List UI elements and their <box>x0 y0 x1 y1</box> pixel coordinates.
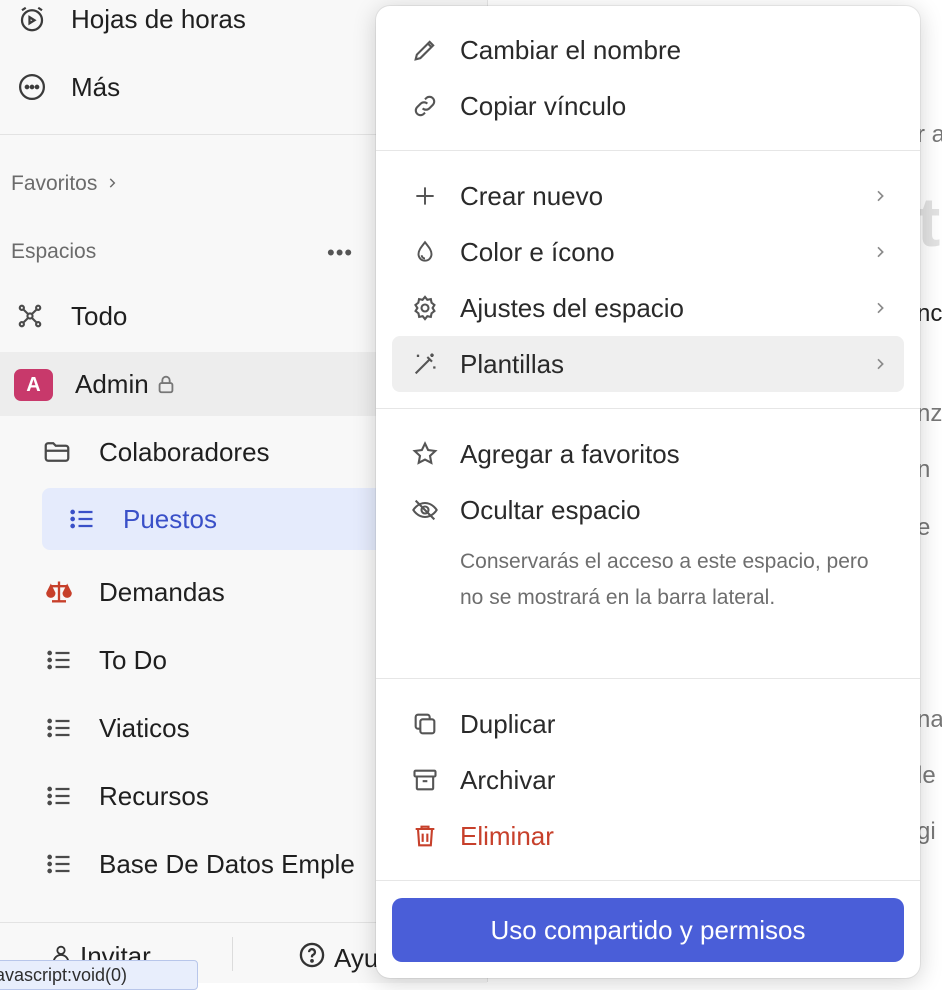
space-all-label: Todo <box>71 300 128 331</box>
chevron-right-icon <box>872 298 888 318</box>
lock-icon <box>155 373 177 395</box>
list-item-label: Demandas <box>99 576 225 607</box>
spaces-more-icon[interactable]: ••• <box>327 240 353 266</box>
menu-divider <box>376 880 920 881</box>
spaces-header: Espacios <box>11 240 96 264</box>
menu-item-label: Duplicar <box>460 708 556 739</box>
pencil-icon <box>408 33 442 67</box>
hub-icon <box>15 301 45 331</box>
menu-item-delete[interactable]: Eliminar <box>392 808 904 864</box>
share-permissions-button[interactable]: Uso compartido y permisos <box>392 898 904 962</box>
chevron-right-icon <box>105 172 119 196</box>
menu-item-label: Cambiar el nombre <box>460 34 682 65</box>
gear-icon <box>408 291 442 325</box>
menu-item-label: Ajustes del espacio <box>460 292 685 323</box>
list-icon <box>67 504 97 534</box>
menu-item-create-new[interactable]: Crear nuevo <box>392 168 904 224</box>
plus-icon <box>408 179 442 213</box>
nav-item-label: Hojas de horas <box>71 3 246 34</box>
eye-off-icon <box>408 493 442 527</box>
menu-item-color-icon[interactable]: Color e ícono <box>392 224 904 280</box>
favorites-header[interactable]: Favoritos <box>11 172 119 196</box>
help-icon <box>298 941 326 976</box>
droplet-icon <box>408 235 442 269</box>
menu-item-label: Plantillas <box>460 348 565 379</box>
bg-text-fragment: t <box>917 183 941 261</box>
space-admin-label: Admin <box>75 368 149 399</box>
menu-divider <box>376 408 920 409</box>
scales-icon <box>44 577 74 607</box>
space-context-menu: Cambiar el nombre Copiar vínculo Crear n… <box>376 6 920 978</box>
magic-wand-icon <box>408 347 442 381</box>
menu-item-duplicate[interactable]: Duplicar <box>392 696 904 752</box>
list-icon <box>44 713 74 743</box>
folder-icon <box>42 437 72 467</box>
list-item-label: To Do <box>99 644 167 675</box>
more-circle-icon <box>17 72 47 102</box>
hide-space-description: Conservarás el acceso a este espacio, pe… <box>460 550 869 609</box>
timer-icon <box>17 4 47 34</box>
list-item-label: Base De Datos Emple <box>99 848 355 879</box>
list-item-label: Recursos <box>99 780 209 811</box>
bg-text-fragment: nc <box>917 300 942 327</box>
divider <box>232 937 233 971</box>
avatar: A <box>14 369 53 401</box>
archive-icon <box>408 763 442 797</box>
menu-item-label: Copiar vínculo <box>460 90 627 121</box>
nav-item-label: Más <box>71 71 121 102</box>
menu-item-copy-link[interactable]: Copiar vínculo <box>392 78 904 134</box>
list-item-label: Puestos <box>123 503 217 534</box>
menu-item-label: Crear nuevo <box>460 180 604 211</box>
menu-item-label: Archivar <box>460 764 556 795</box>
favorites-label: Favoritos <box>11 172 98 195</box>
list-icon <box>44 849 74 879</box>
link-tooltip: javascript:void(0) <box>0 960 198 990</box>
copy-icon <box>408 707 442 741</box>
menu-divider <box>376 150 920 151</box>
menu-item-space-settings[interactable]: Ajustes del espacio <box>392 280 904 336</box>
menu-item-hide-space[interactable]: Ocultar espacio <box>392 482 904 538</box>
link-icon <box>408 89 442 123</box>
space-admin-label-row: Admin <box>75 354 177 414</box>
chevron-right-icon <box>872 242 888 262</box>
list-icon <box>44 645 74 675</box>
menu-item-templates[interactable]: Plantillas <box>392 336 904 392</box>
list-icon <box>44 781 74 811</box>
trash-icon <box>408 819 442 853</box>
menu-item-add-favorite[interactable]: Agregar a favoritos <box>392 426 904 482</box>
help-label: Ayu <box>334 943 379 973</box>
help-button[interactable]: Ayu <box>298 941 378 976</box>
menu-item-rename[interactable]: Cambiar el nombre <box>392 22 904 78</box>
folder-label: Colaboradores <box>99 436 270 467</box>
bg-text-fragment: nz <box>917 400 942 427</box>
menu-item-archive[interactable]: Archivar <box>392 752 904 808</box>
chevron-right-icon <box>872 354 888 374</box>
menu-item-label: Color e ícono <box>460 236 615 267</box>
spaces-label: Espacios <box>11 240 97 263</box>
menu-item-label: Agregar a favoritos <box>460 438 680 469</box>
list-item-label: Viaticos <box>99 712 190 743</box>
bg-text-fragment: r a <box>917 121 942 148</box>
chevron-right-icon <box>872 186 888 206</box>
menu-item-label: Ocultar espacio <box>460 494 641 525</box>
bg-text-fragment: na <box>917 706 942 733</box>
menu-divider <box>376 678 920 679</box>
star-icon <box>408 437 442 471</box>
menu-item-label: Eliminar <box>460 820 554 851</box>
